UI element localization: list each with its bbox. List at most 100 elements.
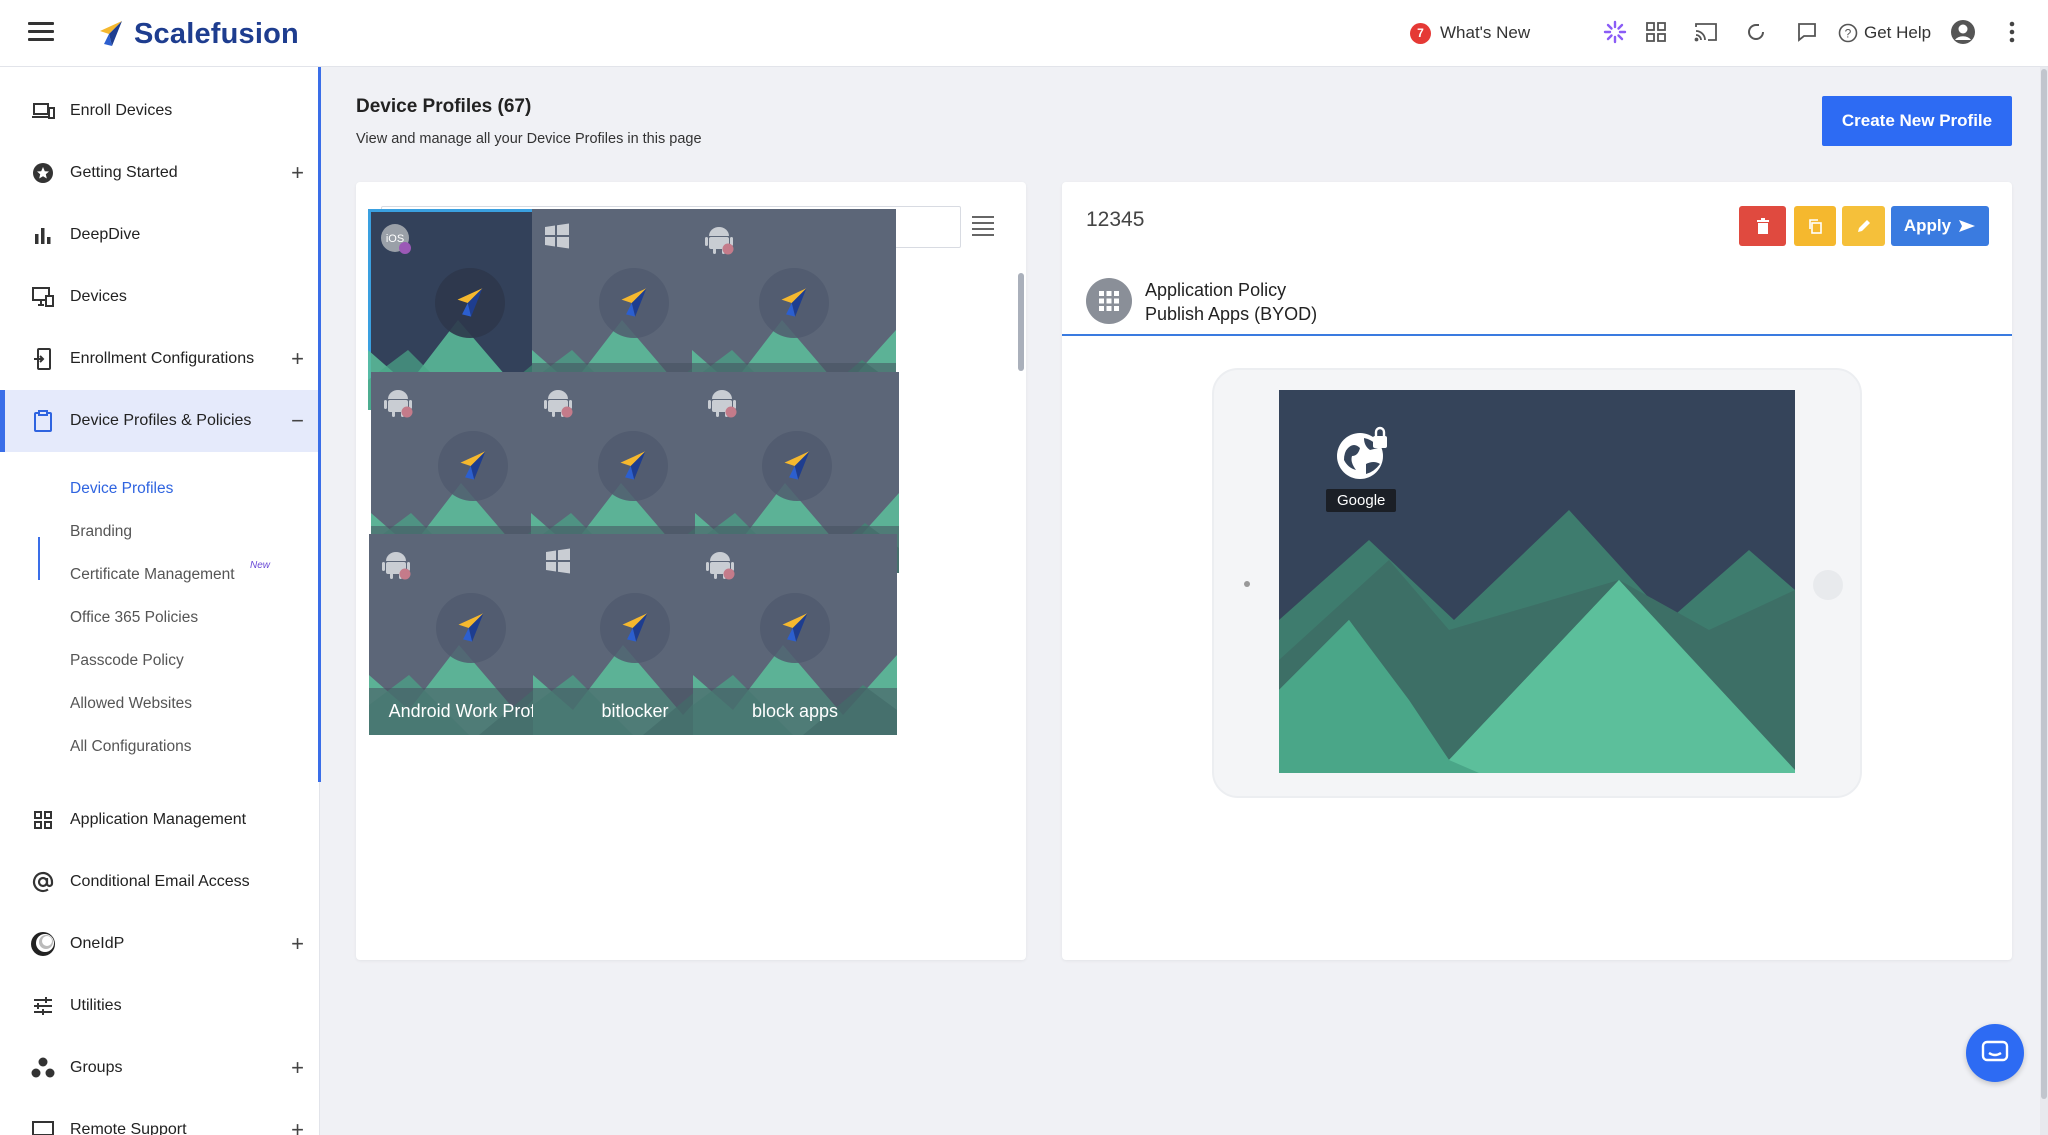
expand-plus-icon[interactable]: + [291, 1055, 304, 1081]
delete-button[interactable] [1739, 206, 1786, 246]
menu-icon[interactable] [28, 22, 54, 42]
new-tag: New [250, 560, 271, 571]
tablet-home-button [1813, 570, 1843, 600]
scalefusion-logo-icon [600, 593, 670, 663]
sub-nav-indicator [38, 537, 40, 580]
monitor-icon [30, 284, 56, 310]
sidebar-item-device-profiles-policies[interactable]: Device Profiles & Policies − [0, 390, 319, 452]
get-help-label: Get Help [1864, 23, 1932, 42]
profile-detail-title: 12345 [1086, 208, 1145, 231]
sidebar-item-deepdive[interactable]: DeepDive [0, 204, 319, 266]
edit-button[interactable] [1842, 206, 1885, 246]
apply-button[interactable]: Apply [1891, 206, 1989, 246]
scalefusion-logo-icon [598, 431, 668, 501]
sidebar: Enroll Devices Getting Started + DeepDiv… [0, 67, 320, 1135]
sliders-icon [30, 993, 56, 1019]
scalefusion-logo-icon [100, 21, 122, 46]
sidebar-item-devices[interactable]: Devices [0, 266, 319, 328]
list-view-icon[interactable] [972, 216, 994, 236]
scalefusion-logo-icon [436, 593, 506, 663]
ios-os-icon: iOS [380, 223, 411, 254]
star-icon [30, 160, 56, 186]
panel-scrollbar[interactable] [1018, 273, 1024, 371]
android-os-icon [705, 548, 735, 580]
sidebar-item-application-management[interactable]: Application Management [0, 789, 319, 851]
brand-name: Scalefusion [134, 17, 299, 50]
trash-icon [1756, 218, 1769, 234]
more-vertical-icon[interactable] [1999, 19, 2025, 45]
apps-grid-icon[interactable] [1643, 19, 1669, 45]
whats-new-label: What's New [1440, 23, 1531, 42]
refresh-icon[interactable] [1743, 19, 1769, 45]
android-os-icon [707, 386, 737, 418]
sub-item-certificate-management[interactable]: Certificate Management [70, 566, 235, 584]
create-new-profile-button[interactable]: Create New Profile [1822, 96, 2012, 146]
support-chat-button[interactable] [1966, 1024, 2024, 1082]
google-app-label: Google [1326, 489, 1397, 512]
policy-subtitle: Publish Apps (BYOD) [1145, 304, 1318, 324]
sidebar-item-remote-support[interactable]: Remote Support + [0, 1099, 319, 1135]
clipboard-icon [30, 408, 56, 434]
pencil-icon [1857, 220, 1870, 232]
android-os-icon [543, 386, 573, 418]
windows-os-icon [544, 223, 574, 253]
sidebar-item-enroll-devices[interactable]: Enroll Devices [0, 80, 319, 142]
apps-icon [1086, 278, 1132, 324]
expand-plus-icon[interactable]: + [291, 160, 304, 186]
tablet-preview: Google [1212, 368, 1862, 798]
tablet-screen: Google [1279, 390, 1795, 773]
send-icon [1959, 220, 1976, 232]
grid-icon [30, 807, 56, 833]
brand-logo[interactable]: Scalefusion [96, 16, 299, 52]
sidebar-item-oneidp[interactable]: OneIdP + [0, 913, 319, 975]
cast-icon[interactable] [1693, 19, 1719, 45]
sidebar-item-utilities[interactable]: Utilities [0, 975, 319, 1037]
sub-item-all-configurations[interactable]: All Configurations [70, 738, 191, 756]
sub-item-device-profiles[interactable]: Device Profiles [70, 480, 173, 498]
sub-item-branding[interactable]: Branding [70, 523, 132, 541]
groups-icon [30, 1055, 56, 1081]
copy-button[interactable] [1794, 206, 1836, 246]
expand-plus-icon[interactable]: + [291, 931, 304, 957]
sidebar-item-conditional-email-access[interactable]: Conditional Email Access [0, 851, 319, 913]
expand-plus-icon[interactable]: + [291, 346, 304, 372]
whats-new-link[interactable]: 7 What's New [1410, 20, 1530, 46]
chat-icon [1981, 1040, 2009, 1062]
bar-chart-icon [30, 222, 56, 248]
help-icon: ? [1838, 23, 1858, 43]
sub-item-office-365-policies[interactable]: Office 365 Policies [70, 609, 198, 627]
profile-tile[interactable]: block apps [693, 534, 897, 735]
user-avatar-icon[interactable] [1950, 19, 1976, 45]
chat-bubble-icon[interactable] [1794, 19, 1820, 45]
profiles-panel: iOS12345Allow/Block AppsAndroid COPEAndr… [356, 182, 1026, 960]
sidebar-item-enrollment-configurations[interactable]: Enrollment Configurations + [0, 328, 319, 390]
sub-item-allowed-websites[interactable]: Allowed Websites [70, 695, 192, 713]
policy-name: Application Policy [1145, 280, 1287, 300]
scalefusion-logo-icon [762, 431, 832, 501]
policy-row[interactable]: Application Policy Publish Apps (BYOD) [1062, 270, 2012, 336]
sub-item-passcode-policy[interactable]: Passcode Policy [70, 652, 184, 670]
page-title: Device Profiles (67) [356, 96, 532, 117]
spinner-icon[interactable] [1602, 19, 1628, 45]
scalefusion-logo-icon [599, 268, 669, 338]
scalefusion-logo-icon [435, 268, 505, 338]
google-app-icon [1334, 426, 1394, 482]
oneidp-icon [30, 931, 56, 957]
at-icon [30, 869, 56, 895]
scalefusion-logo-icon [759, 268, 829, 338]
android-os-icon [381, 548, 411, 580]
page-scrollbar[interactable] [2040, 67, 2048, 1135]
top-header: Scalefusion 7 What's New ? Get Help [0, 0, 2048, 67]
whats-new-badge: 7 [1410, 22, 1431, 44]
page-subtitle: View and manage all your Device Profiles… [356, 131, 702, 147]
scalefusion-logo-icon [438, 431, 508, 501]
sidebar-item-getting-started[interactable]: Getting Started + [0, 142, 319, 204]
tablet-camera [1244, 581, 1250, 587]
get-help-link[interactable]: ? Get Help [1838, 20, 1931, 46]
sidebar-item-groups[interactable]: Groups + [0, 1037, 319, 1099]
collapse-minus-icon[interactable]: − [291, 408, 304, 434]
expand-plus-icon[interactable]: + [291, 1117, 304, 1135]
windows-os-icon [545, 548, 575, 578]
scalefusion-logo-icon [760, 593, 830, 663]
svg-text:?: ? [1845, 27, 1852, 41]
